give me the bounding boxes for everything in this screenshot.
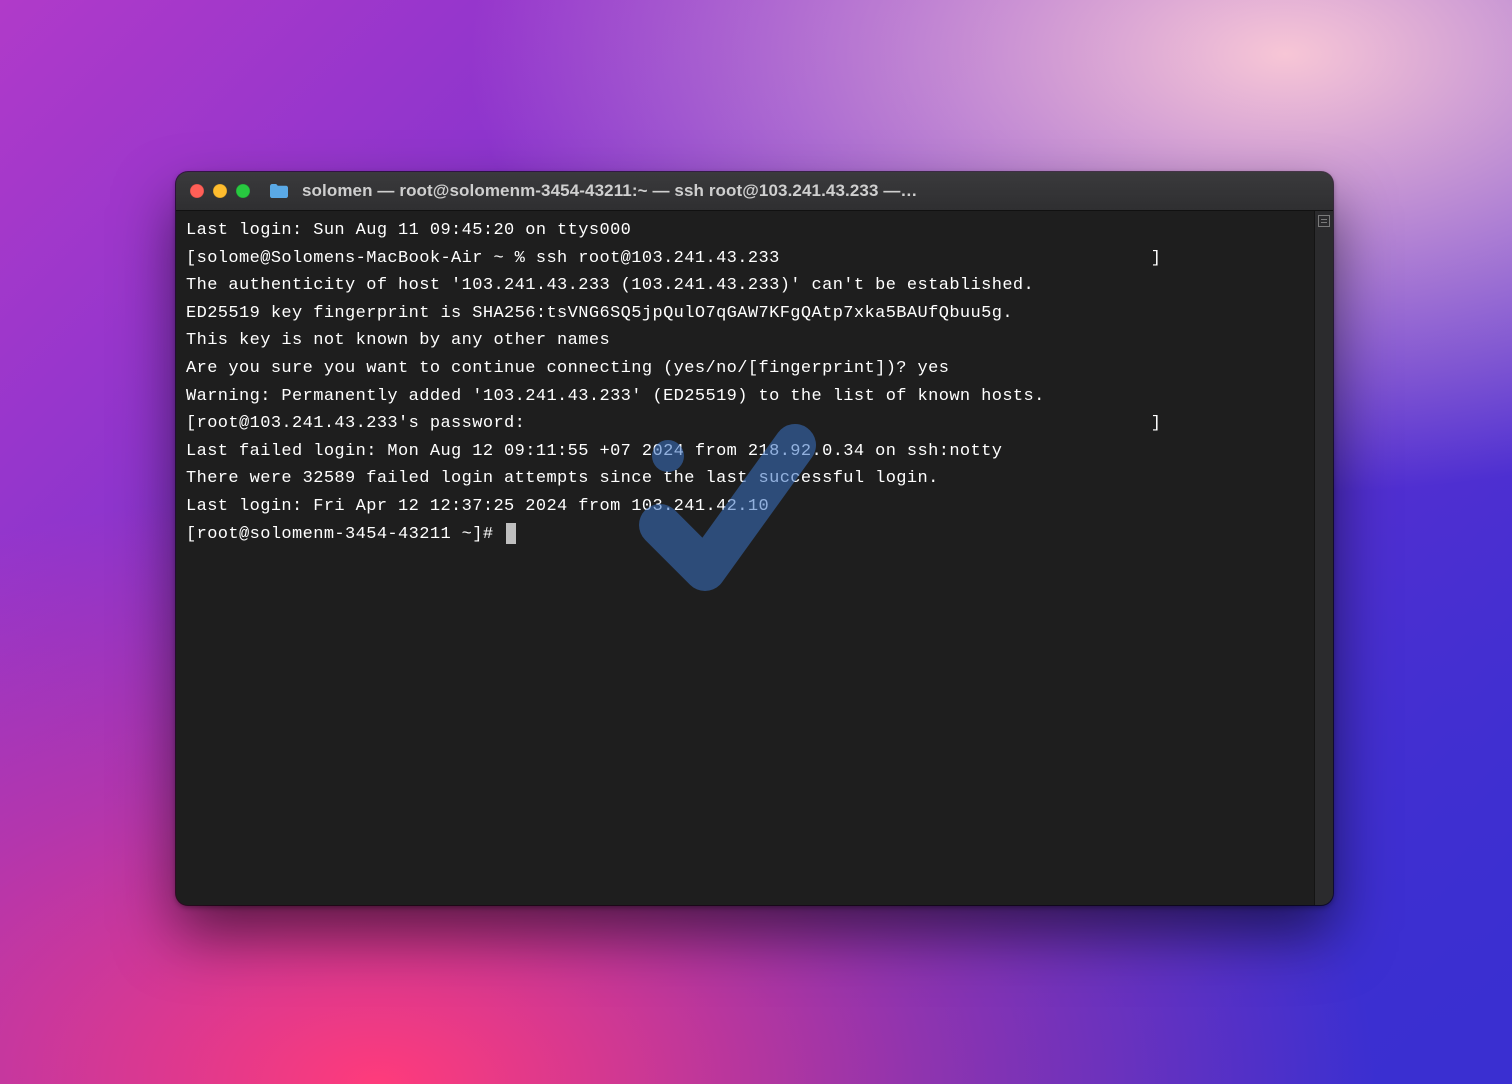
terminal-output[interactable]: Last login: Sun Aug 11 09:45:20 on ttys0… [176,211,1314,905]
terminal-line: Last failed login: Mon Aug 12 09:11:55 +… [186,442,1002,461]
terminal-line: [root@103.241.43.233's password: ] [186,414,1161,433]
terminal-line: Are you sure you want to continue connec… [186,359,949,378]
terminal-line: Last login: Sun Aug 11 09:45:20 on ttys0… [186,221,631,240]
window-titlebar[interactable]: solomen — root@solomenm-3454-43211:~ — s… [176,172,1333,211]
minimize-button[interactable] [213,184,227,198]
terminal-line: The authenticity of host '103.241.43.233… [186,276,1034,295]
window-title: solomen — root@solomenm-3454-43211:~ — s… [302,181,1319,201]
scrollbar[interactable] [1314,211,1333,905]
cursor [506,523,516,544]
terminal-line: Warning: Permanently added '103.241.43.2… [186,387,1045,406]
desktop-wallpaper: solomen — root@solomenm-3454-43211:~ — s… [0,0,1512,1084]
terminal-line: Last login: Fri Apr 12 12:37:25 2024 fro… [186,497,769,516]
folder-icon [269,183,289,199]
scroll-indicator-icon [1318,215,1330,227]
terminal-line: There were 32589 failed login attempts s… [186,469,939,488]
terminal-line: [solome@Solomens-MacBook-Air ~ % ssh roo… [186,249,1161,268]
zoom-button[interactable] [236,184,250,198]
terminal-line: ED25519 key fingerprint is SHA256:tsVNG6… [186,304,1013,323]
terminal-window[interactable]: solomen — root@solomenm-3454-43211:~ — s… [176,172,1333,905]
terminal-line: This key is not known by any other names [186,331,610,350]
close-button[interactable] [190,184,204,198]
terminal-prompt: [root@solomenm-3454-43211 ~]# [186,525,504,544]
